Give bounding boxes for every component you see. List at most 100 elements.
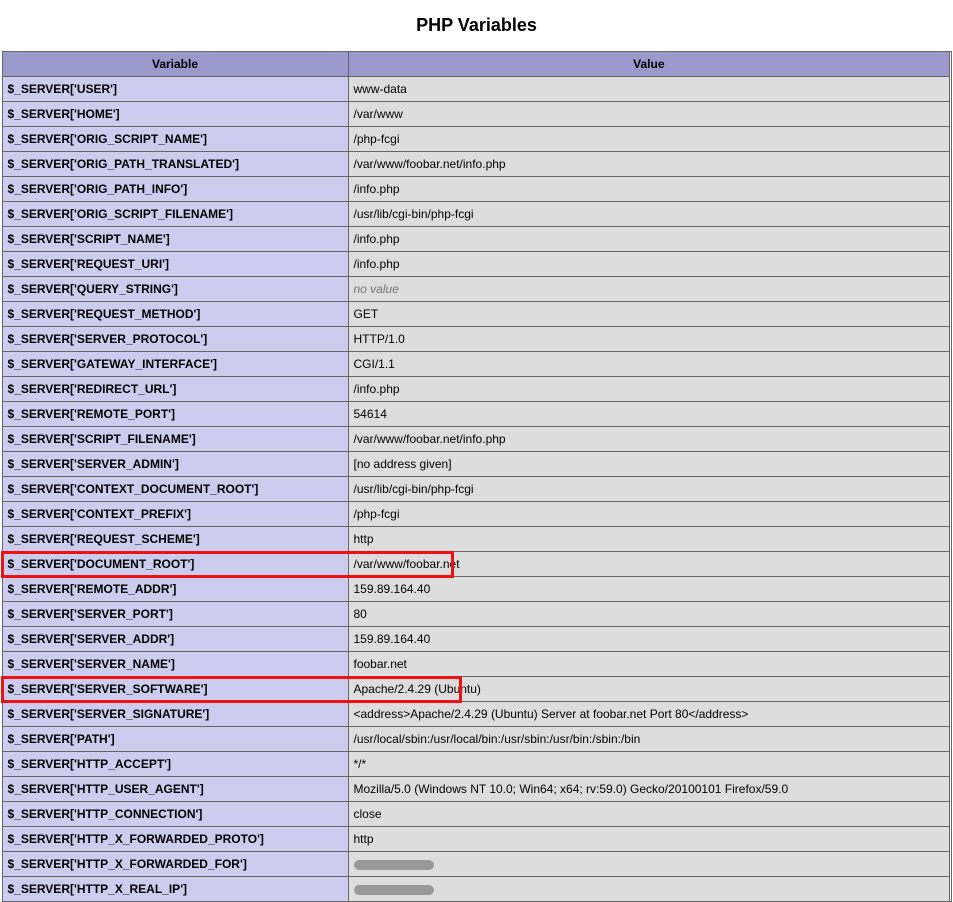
table-row: $_SERVER['HTTP_USER_AGENT']Mozilla/5.0 (… — [2, 777, 951, 802]
variable-name: $_SERVER['SERVER_PROTOCOL'] — [2, 327, 348, 352]
variable-value: /var/www/foobar.net — [348, 552, 950, 577]
variable-name: $_SERVER['HTTP_X_FORWARDED_FOR'] — [2, 852, 348, 877]
redacted-value — [354, 860, 434, 870]
variable-value: CGI/1.1 — [348, 352, 950, 377]
variable-value: Mozilla/5.0 (Windows NT 10.0; Win64; x64… — [348, 777, 950, 802]
variable-name: $_SERVER['HOME'] — [2, 102, 348, 127]
php-variables-table: Variable Value $_SERVER['USER']www-data$… — [2, 51, 952, 902]
variable-value: /php-fcgi — [348, 502, 950, 527]
variable-name: $_SERVER['QUERY_STRING'] — [2, 277, 348, 302]
variable-name: $_SERVER['REQUEST_URI'] — [2, 252, 348, 277]
variable-value: /var/www — [348, 102, 950, 127]
variable-name: $_SERVER['SCRIPT_FILENAME'] — [2, 427, 348, 452]
table-row: $_SERVER['DOCUMENT_ROOT']/var/www/foobar… — [2, 552, 951, 577]
table-row: $_SERVER['SERVER_ADDR']159.89.164.40 — [2, 627, 951, 652]
table-row: $_SERVER['CONTEXT_DOCUMENT_ROOT']/usr/li… — [2, 477, 951, 502]
variable-value: */* — [348, 752, 950, 777]
table-row: $_SERVER['SERVER_NAME']foobar.net — [2, 652, 951, 677]
column-header-value: Value — [348, 52, 950, 77]
variable-name: $_SERVER['SERVER_ADMIN'] — [2, 452, 348, 477]
variable-value: http — [348, 827, 950, 852]
variable-name: $_SERVER['REMOTE_PORT'] — [2, 402, 348, 427]
table-row: $_SERVER['HTTP_X_REAL_IP'] — [2, 877, 951, 902]
variable-value: no value — [348, 277, 950, 302]
table-row: $_SERVER['SERVER_SIGNATURE']<address>Apa… — [2, 702, 951, 727]
variable-name: $_SERVER['ORIG_SCRIPT_NAME'] — [2, 127, 348, 152]
table-row: $_SERVER['HTTP_ACCEPT']*/* — [2, 752, 951, 777]
variable-value: /info.php — [348, 227, 950, 252]
variable-value: /info.php — [348, 252, 950, 277]
table-row: $_SERVER['HOME']/var/www — [2, 102, 951, 127]
variable-name: $_SERVER['DOCUMENT_ROOT'] — [2, 552, 348, 577]
variable-name: $_SERVER['SERVER_PORT'] — [2, 602, 348, 627]
variable-value: HTTP/1.0 — [348, 327, 950, 352]
variable-value: www-data — [348, 77, 950, 102]
variable-value: 80 — [348, 602, 950, 627]
variable-value: 54614 — [348, 402, 950, 427]
variable-name: $_SERVER['SERVER_ADDR'] — [2, 627, 348, 652]
variable-value: /info.php — [348, 377, 950, 402]
variable-value: GET — [348, 302, 950, 327]
variable-name: $_SERVER['PATH'] — [2, 727, 348, 752]
variable-value: <address>Apache/2.4.29 (Ubuntu) Server a… — [348, 702, 950, 727]
table-row: $_SERVER['ORIG_SCRIPT_NAME']/php-fcgi — [2, 127, 951, 152]
variable-value — [348, 852, 950, 877]
variable-name: $_SERVER['SERVER_SIGNATURE'] — [2, 702, 348, 727]
table-row: $_SERVER['REMOTE_ADDR']159.89.164.40 — [2, 577, 951, 602]
table-row: $_SERVER['SERVER_SOFTWARE']Apache/2.4.29… — [2, 677, 951, 702]
table-row: $_SERVER['CONTEXT_PREFIX']/php-fcgi — [2, 502, 951, 527]
variable-name: $_SERVER['REDIRECT_URL'] — [2, 377, 348, 402]
variable-value: /var/www/foobar.net/info.php — [348, 152, 950, 177]
table-row: $_SERVER['SERVER_PORT']80 — [2, 602, 951, 627]
variable-name: $_SERVER['CONTEXT_PREFIX'] — [2, 502, 348, 527]
variable-name: $_SERVER['USER'] — [2, 77, 348, 102]
table-row: $_SERVER['HTTP_X_FORWARDED_PROTO']http — [2, 827, 951, 852]
variable-name: $_SERVER['REMOTE_ADDR'] — [2, 577, 348, 602]
variable-name: $_SERVER['REQUEST_METHOD'] — [2, 302, 348, 327]
variable-value: close — [348, 802, 950, 827]
table-row: $_SERVER['USER']www-data — [2, 77, 951, 102]
table-row: $_SERVER['REQUEST_METHOD']GET — [2, 302, 951, 327]
variable-name: $_SERVER['REQUEST_SCHEME'] — [2, 527, 348, 552]
table-row: $_SERVER['HTTP_CONNECTION']close — [2, 802, 951, 827]
table-row: $_SERVER['PATH']/usr/local/sbin:/usr/loc… — [2, 727, 951, 752]
table-row: $_SERVER['REMOTE_PORT']54614 — [2, 402, 951, 427]
variable-value: /info.php — [348, 177, 950, 202]
variable-name: $_SERVER['SERVER_NAME'] — [2, 652, 348, 677]
variable-name: $_SERVER['ORIG_SCRIPT_FILENAME'] — [2, 202, 348, 227]
table-row: $_SERVER['GATEWAY_INTERFACE']CGI/1.1 — [2, 352, 951, 377]
variable-value: /usr/lib/cgi-bin/php-fcgi — [348, 202, 950, 227]
variable-name: $_SERVER['GATEWAY_INTERFACE'] — [2, 352, 348, 377]
no-value-text: no value — [354, 282, 399, 296]
variable-value: /usr/lib/cgi-bin/php-fcgi — [348, 477, 950, 502]
variable-value: http — [348, 527, 950, 552]
variable-value: 159.89.164.40 — [348, 627, 950, 652]
variable-name: $_SERVER['HTTP_CONNECTION'] — [2, 802, 348, 827]
variable-value: /usr/local/sbin:/usr/local/bin:/usr/sbin… — [348, 727, 950, 752]
table-row: $_SERVER['SERVER_ADMIN'][no address give… — [2, 452, 951, 477]
table-row: $_SERVER['ORIG_SCRIPT_FILENAME']/usr/lib… — [2, 202, 951, 227]
variable-value: 159.89.164.40 — [348, 577, 950, 602]
variable-name: $_SERVER['HTTP_X_FORWARDED_PROTO'] — [2, 827, 348, 852]
redacted-value — [354, 885, 434, 895]
column-header-variable: Variable — [2, 52, 348, 77]
table-header-row: Variable Value — [2, 52, 951, 77]
variable-value: /var/www/foobar.net/info.php — [348, 427, 950, 452]
variable-value: /php-fcgi — [348, 127, 950, 152]
table-row: $_SERVER['ORIG_PATH_INFO']/info.php — [2, 177, 951, 202]
variable-name: $_SERVER['HTTP_X_REAL_IP'] — [2, 877, 348, 902]
variable-name: $_SERVER['HTTP_ACCEPT'] — [2, 752, 348, 777]
variable-name: $_SERVER['SCRIPT_NAME'] — [2, 227, 348, 252]
variable-value: Apache/2.4.29 (Ubuntu) — [348, 677, 950, 702]
variable-name: $_SERVER['ORIG_PATH_TRANSLATED'] — [2, 152, 348, 177]
table-row: $_SERVER['SCRIPT_FILENAME']/var/www/foob… — [2, 427, 951, 452]
variable-value: [no address given] — [348, 452, 950, 477]
variable-name: $_SERVER['SERVER_SOFTWARE'] — [2, 677, 348, 702]
variable-value — [348, 877, 950, 902]
variable-name: $_SERVER['HTTP_USER_AGENT'] — [2, 777, 348, 802]
table-row: $_SERVER['QUERY_STRING'] no value — [2, 277, 951, 302]
table-row: $_SERVER['REDIRECT_URL']/info.php — [2, 377, 951, 402]
table-row: $_SERVER['SERVER_PROTOCOL']HTTP/1.0 — [2, 327, 951, 352]
table-row: $_SERVER['REQUEST_SCHEME']http — [2, 527, 951, 552]
table-row: $_SERVER['ORIG_PATH_TRANSLATED']/var/www… — [2, 152, 951, 177]
